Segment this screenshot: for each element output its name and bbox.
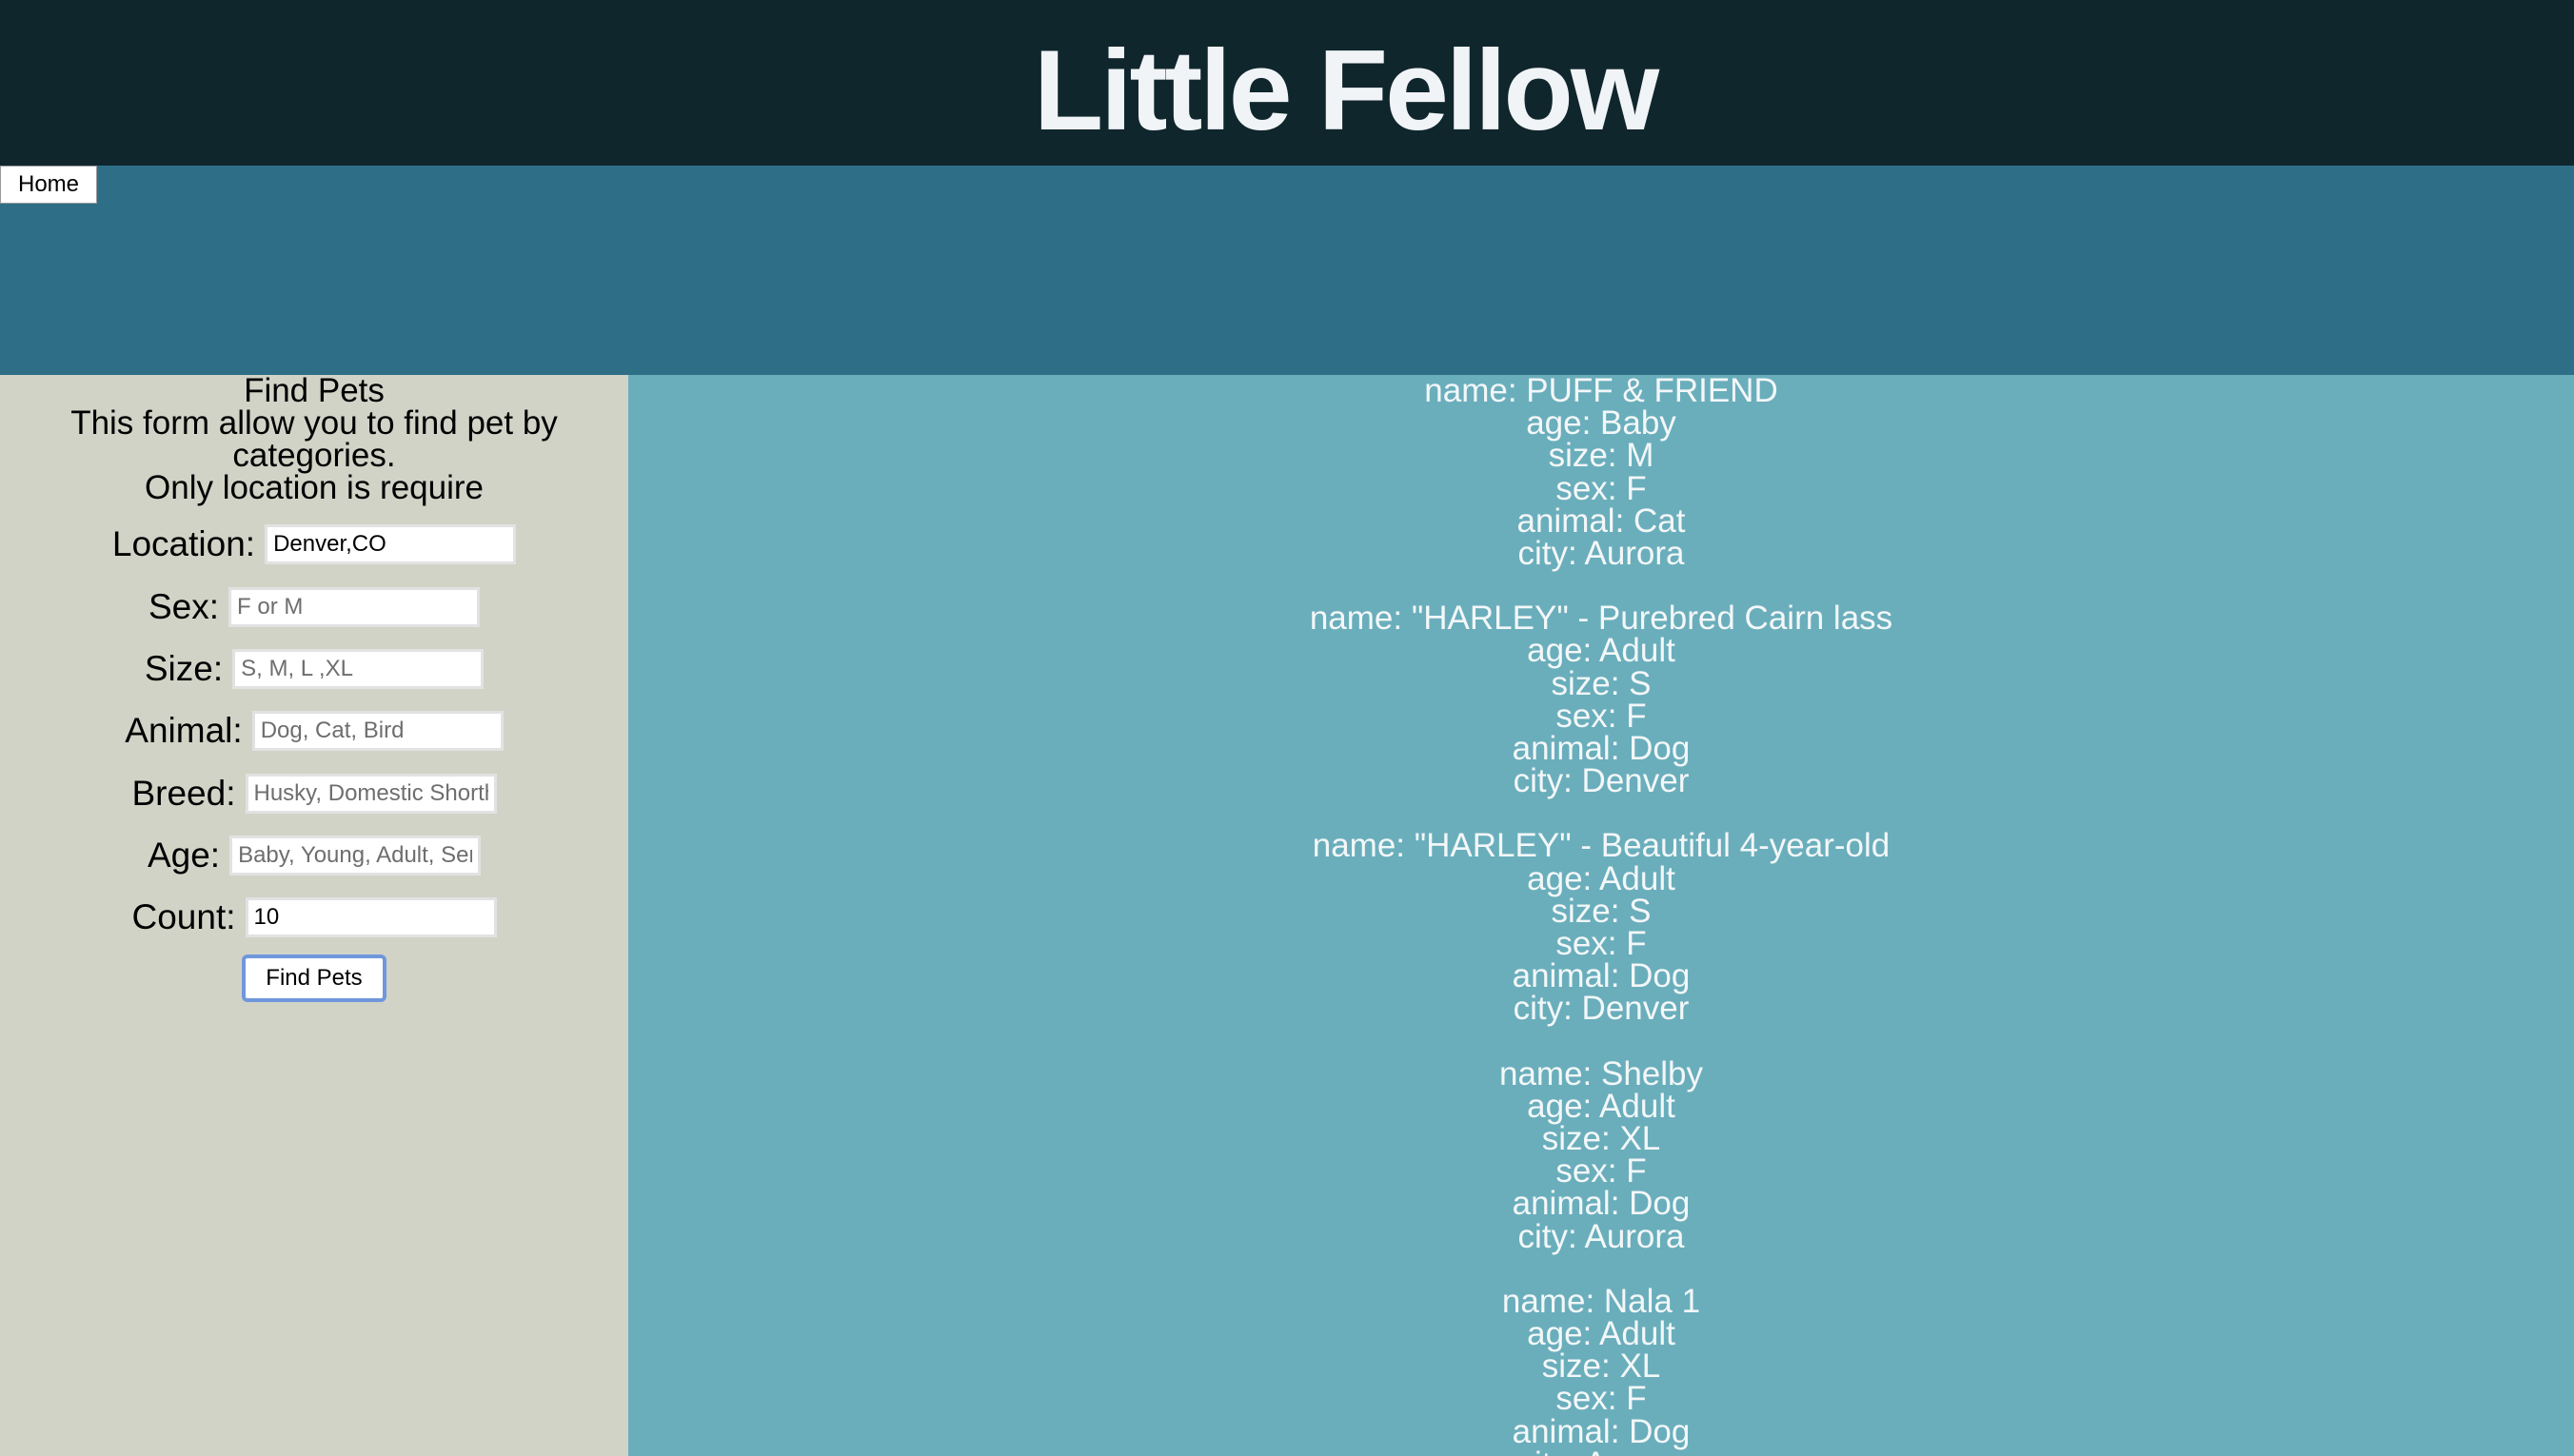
search-form-panel: Find Pets This form allow you to find pe… xyxy=(0,372,628,1456)
form-heading: Find Pets This form allow you to find pe… xyxy=(0,372,628,506)
sex-row: Sex: xyxy=(0,584,628,630)
location-input[interactable] xyxy=(265,524,517,564)
location-label: Location: xyxy=(111,524,256,563)
pet-age: age: Adult xyxy=(1527,632,1675,670)
sex-input[interactable] xyxy=(228,587,481,627)
sex-label: Sex: xyxy=(148,587,220,626)
results-panel: name: PUFF & FRIEND age: Baby size: M se… xyxy=(628,375,2574,1456)
pet-name: name: PUFF & FRIEND xyxy=(1424,375,1778,409)
pet-age: age: Baby xyxy=(1526,404,1676,443)
pet-result: name: Shelby age: Adult size: XL sex: F … xyxy=(628,1054,2574,1255)
pet-city: city: Aurora xyxy=(628,1447,2574,1456)
site-title: Little Fellow xyxy=(1033,27,1659,154)
age-input[interactable] xyxy=(229,836,482,876)
count-row: Count: xyxy=(0,895,628,940)
pet-result: name: PUFF & FRIEND age: Baby size: M se… xyxy=(628,375,2574,570)
form-description: This form allow you to find pet by categ… xyxy=(70,404,558,474)
count-label: Count: xyxy=(131,897,236,936)
form-title: Find Pets xyxy=(244,372,385,409)
breed-label: Breed: xyxy=(131,774,236,813)
pet-size: size: S xyxy=(1551,664,1652,702)
pet-name: name: "HARLEY" - Beautiful 4-year-old xyxy=(1312,827,1891,865)
animal-input[interactable] xyxy=(251,711,504,751)
pet-size: size: XL xyxy=(1541,1348,1661,1386)
pet-name: name: "HARLEY" - Purebred Cairn lass xyxy=(1309,600,1893,638)
pet-result: name: "HARLEY" - Purebred Cairn lass age… xyxy=(628,600,2574,800)
pet-sex: sex: F xyxy=(1555,1152,1647,1190)
age-row: Age: xyxy=(0,833,628,878)
pet-animal: animal: Dog xyxy=(1512,730,1691,768)
pet-size: size: M xyxy=(1548,437,1654,475)
pet-city: city: Aurora xyxy=(1517,535,1685,573)
pet-animal: animal: Dog xyxy=(1512,957,1691,995)
animal-label: Animal: xyxy=(125,711,243,750)
pet-sex: sex: F xyxy=(1555,1380,1647,1418)
pet-size: size: XL xyxy=(1541,1120,1661,1158)
breed-input[interactable] xyxy=(245,774,497,814)
form-note: Only location is require xyxy=(145,469,484,506)
pet-results-list: name: PUFF & FRIEND age: Baby size: M se… xyxy=(628,375,2574,1456)
nav-banner xyxy=(0,166,2574,375)
pet-animal: animal: Dog xyxy=(1512,1185,1691,1223)
pet-result: name: Nala 1 age: Adult size: XL sex: F … xyxy=(628,1282,2574,1456)
pet-sex: sex: F xyxy=(1555,697,1647,735)
pet-city: city: Denver xyxy=(1513,990,1690,1028)
pet-size: size: S xyxy=(1551,892,1652,930)
home-button[interactable]: Home xyxy=(0,166,97,204)
pet-city: city: Denver xyxy=(1513,762,1690,800)
size-input[interactable] xyxy=(232,649,485,689)
pet-name: name: Shelby xyxy=(1498,1054,1704,1092)
location-row: Location: xyxy=(0,521,628,567)
breed-row: Breed: xyxy=(0,771,628,817)
pet-sex: sex: F xyxy=(1555,925,1647,963)
animal-row: Animal: xyxy=(0,708,628,754)
age-label: Age: xyxy=(147,836,221,875)
pet-animal: animal: Dog xyxy=(1512,1412,1691,1450)
pet-age: age: Adult xyxy=(1527,859,1675,897)
pet-age: age: Adult xyxy=(1527,1315,1675,1353)
pet-result: name: "HARLEY" - Beautiful 4-year-old ag… xyxy=(628,827,2574,1028)
pet-city: city: Aurora xyxy=(1517,1217,1685,1255)
site-header: Little Fellow xyxy=(0,0,2574,166)
pet-sex: sex: F xyxy=(1555,469,1647,507)
pet-name: name: Nala 1 xyxy=(1501,1282,1701,1320)
size-label: Size: xyxy=(144,649,224,688)
pet-animal: animal: Cat xyxy=(1516,502,1686,540)
find-pets-button[interactable]: Find Pets xyxy=(242,954,386,1002)
count-input[interactable] xyxy=(245,897,497,937)
size-row: Size: xyxy=(0,646,628,692)
pet-age: age: Adult xyxy=(1527,1087,1675,1125)
